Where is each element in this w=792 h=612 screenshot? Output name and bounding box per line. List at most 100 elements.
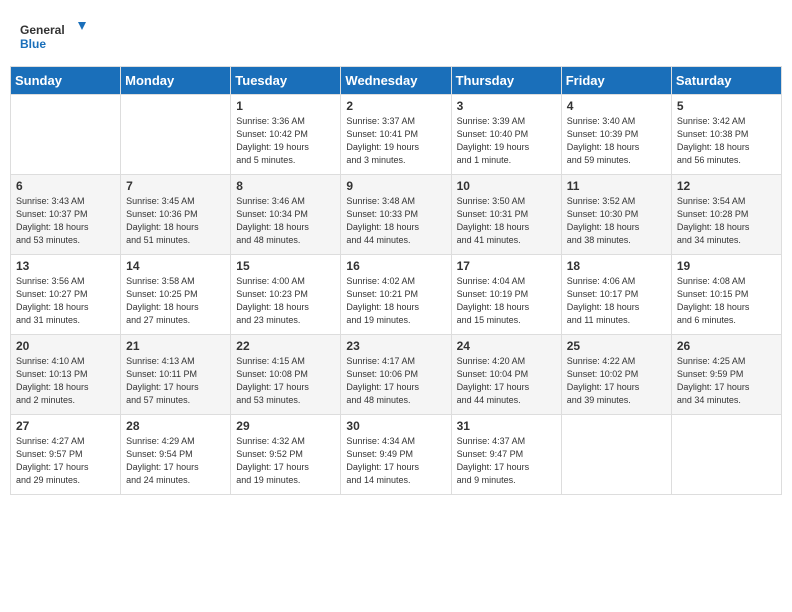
day-info: Sunrise: 4:04 AM Sunset: 10:19 PM Daylig… bbox=[457, 275, 556, 327]
day-number: 29 bbox=[236, 419, 335, 433]
calendar-cell: 11Sunrise: 3:52 AM Sunset: 10:30 PM Dayl… bbox=[561, 175, 671, 255]
calendar-cell bbox=[121, 95, 231, 175]
calendar-cell: 23 Sunrise: 4:17 AM Sunset: 10:06 PM Dayl… bbox=[341, 335, 451, 415]
day-number: 23 bbox=[346, 339, 445, 353]
calendar-cell: 7 Sunrise: 3:45 AM Sunset: 10:36 PM Dayli… bbox=[121, 175, 231, 255]
day-info: Sunrise: 3:37 AM Sunset: 10:41 PM Daylig… bbox=[346, 115, 445, 167]
calendar-cell: 17Sunrise: 4:04 AM Sunset: 10:19 PM Dayl… bbox=[451, 255, 561, 335]
day-info: Sunrise: 4:17 AM Sunset: 10:06 PM Daylig… bbox=[346, 355, 445, 407]
day-info: Sunrise: 4:10 AM Sunset: 10:13 PM Daylig… bbox=[16, 355, 115, 407]
day-number: 15 bbox=[236, 259, 335, 273]
calendar-cell: 10 Sunrise: 3:50 AM Sunset: 10:31 PM Dayl… bbox=[451, 175, 561, 255]
calendar-week-row: 13 Sunrise: 3:56 AM Sunset: 10:27 PM Dayl… bbox=[11, 255, 782, 335]
day-info: Sunrise: 4:25 AM Sunset: 9:59 PM Dayligh… bbox=[677, 355, 776, 407]
day-info: Sunrise: 4:13 AM Sunset: 10:11 PM Daylig… bbox=[126, 355, 225, 407]
page-header: General Blue bbox=[10, 10, 782, 62]
calendar-week-row: 6 Sunrise: 3:43 AM Sunset: 10:37 PM Dayli… bbox=[11, 175, 782, 255]
weekday-header-row: SundayMondayTuesdayWednesdayThursdayFrid… bbox=[11, 67, 782, 95]
day-number: 21 bbox=[126, 339, 225, 353]
weekday-header: Monday bbox=[121, 67, 231, 95]
day-info: Sunrise: 4:08 AM Sunset: 10:15 PM Daylig… bbox=[677, 275, 776, 327]
day-number: 20 bbox=[16, 339, 115, 353]
day-number: 31 bbox=[457, 419, 556, 433]
day-info: Sunrise: 3:58 AM Sunset: 10:25 PM Daylig… bbox=[126, 275, 225, 327]
day-number: 14 bbox=[126, 259, 225, 273]
weekday-header: Thursday bbox=[451, 67, 561, 95]
day-info: Sunrise: 4:02 AM Sunset: 10:21 PM Daylig… bbox=[346, 275, 445, 327]
calendar-cell: 8 Sunrise: 3:46 AM Sunset: 10:34 PM Dayli… bbox=[231, 175, 341, 255]
svg-text:Blue: Blue bbox=[20, 37, 46, 51]
calendar-cell: 2Sunrise: 3:37 AM Sunset: 10:41 PM Dayli… bbox=[341, 95, 451, 175]
day-info: Sunrise: 3:45 AM Sunset: 10:36 PM Daylig… bbox=[126, 195, 225, 247]
day-info: Sunrise: 4:29 AM Sunset: 9:54 PM Dayligh… bbox=[126, 435, 225, 487]
calendar-cell: 29 Sunrise: 4:32 AM Sunset: 9:52 PM Dayli… bbox=[231, 415, 341, 495]
day-number: 25 bbox=[567, 339, 666, 353]
day-info: Sunrise: 3:40 AM Sunset: 10:39 PM Daylig… bbox=[567, 115, 666, 167]
day-number: 1 bbox=[236, 99, 335, 113]
day-info: Sunrise: 4:20 AM Sunset: 10:04 PM Daylig… bbox=[457, 355, 556, 407]
svg-text:General: General bbox=[20, 23, 65, 37]
day-number: 6 bbox=[16, 179, 115, 193]
day-info: Sunrise: 4:00 AM Sunset: 10:23 PM Daylig… bbox=[236, 275, 335, 327]
day-number: 7 bbox=[126, 179, 225, 193]
day-number: 16 bbox=[346, 259, 445, 273]
day-info: Sunrise: 3:36 AM Sunset: 10:42 PM Daylig… bbox=[236, 115, 335, 167]
calendar-cell: 27 Sunrise: 4:27 AM Sunset: 9:57 PM Dayli… bbox=[11, 415, 121, 495]
calendar-table: SundayMondayTuesdayWednesdayThursdayFrid… bbox=[10, 66, 782, 495]
calendar-cell: 6 Sunrise: 3:43 AM Sunset: 10:37 PM Dayli… bbox=[11, 175, 121, 255]
calendar-cell: 28 Sunrise: 4:29 AM Sunset: 9:54 PM Dayli… bbox=[121, 415, 231, 495]
day-info: Sunrise: 4:15 AM Sunset: 10:08 PM Daylig… bbox=[236, 355, 335, 407]
calendar-cell: 18 Sunrise: 4:06 AM Sunset: 10:17 PM Dayl… bbox=[561, 255, 671, 335]
calendar-cell: 24 Sunrise: 4:20 AM Sunset: 10:04 PM Dayl… bbox=[451, 335, 561, 415]
day-number: 8 bbox=[236, 179, 335, 193]
day-number: 22 bbox=[236, 339, 335, 353]
day-info: Sunrise: 4:32 AM Sunset: 9:52 PM Dayligh… bbox=[236, 435, 335, 487]
day-number: 3 bbox=[457, 99, 556, 113]
day-number: 13 bbox=[16, 259, 115, 273]
day-number: 19 bbox=[677, 259, 776, 273]
day-number: 10 bbox=[457, 179, 556, 193]
day-number: 18 bbox=[567, 259, 666, 273]
calendar-cell: 21 Sunrise: 4:13 AM Sunset: 10:11 PM Dayl… bbox=[121, 335, 231, 415]
calendar-cell: 4Sunrise: 3:40 AM Sunset: 10:39 PM Dayli… bbox=[561, 95, 671, 175]
day-number: 28 bbox=[126, 419, 225, 433]
day-info: Sunrise: 4:22 AM Sunset: 10:02 PM Daylig… bbox=[567, 355, 666, 407]
calendar-cell bbox=[11, 95, 121, 175]
calendar-cell: 20 Sunrise: 4:10 AM Sunset: 10:13 PM Dayl… bbox=[11, 335, 121, 415]
calendar-cell: 26 Sunrise: 4:25 AM Sunset: 9:59 PM Dayli… bbox=[671, 335, 781, 415]
day-info: Sunrise: 3:56 AM Sunset: 10:27 PM Daylig… bbox=[16, 275, 115, 327]
weekday-header: Friday bbox=[561, 67, 671, 95]
day-info: Sunrise: 3:39 AM Sunset: 10:40 PM Daylig… bbox=[457, 115, 556, 167]
calendar-cell bbox=[561, 415, 671, 495]
day-info: Sunrise: 3:48 AM Sunset: 10:33 PM Daylig… bbox=[346, 195, 445, 247]
calendar-cell: 16 Sunrise: 4:02 AM Sunset: 10:21 PM Dayl… bbox=[341, 255, 451, 335]
calendar-cell: 15 Sunrise: 4:00 AM Sunset: 10:23 PM Dayl… bbox=[231, 255, 341, 335]
day-info: Sunrise: 3:43 AM Sunset: 10:37 PM Daylig… bbox=[16, 195, 115, 247]
day-info: Sunrise: 4:37 AM Sunset: 9:47 PM Dayligh… bbox=[457, 435, 556, 487]
day-info: Sunrise: 3:52 AM Sunset: 10:30 PM Daylig… bbox=[567, 195, 666, 247]
day-number: 26 bbox=[677, 339, 776, 353]
calendar-cell: 19 Sunrise: 4:08 AM Sunset: 10:15 PM Dayl… bbox=[671, 255, 781, 335]
logo: General Blue bbox=[20, 18, 90, 58]
day-number: 27 bbox=[16, 419, 115, 433]
calendar-cell: 25 Sunrise: 4:22 AM Sunset: 10:02 PM Dayl… bbox=[561, 335, 671, 415]
calendar-cell: 31 Sunrise: 4:37 AM Sunset: 9:47 PM Dayli… bbox=[451, 415, 561, 495]
calendar-cell: 13 Sunrise: 3:56 AM Sunset: 10:27 PM Dayl… bbox=[11, 255, 121, 335]
calendar-week-row: 1 Sunrise: 3:36 AM Sunset: 10:42 PM Dayli… bbox=[11, 95, 782, 175]
calendar-cell: 1 Sunrise: 3:36 AM Sunset: 10:42 PM Dayli… bbox=[231, 95, 341, 175]
day-info: Sunrise: 4:27 AM Sunset: 9:57 PM Dayligh… bbox=[16, 435, 115, 487]
calendar-cell: 12Sunrise: 3:54 AM Sunset: 10:28 PM Dayl… bbox=[671, 175, 781, 255]
calendar-cell: 5 Sunrise: 3:42 AM Sunset: 10:38 PM Dayli… bbox=[671, 95, 781, 175]
day-info: Sunrise: 3:50 AM Sunset: 10:31 PM Daylig… bbox=[457, 195, 556, 247]
logo-svg: General Blue bbox=[20, 18, 90, 58]
calendar-week-row: 20 Sunrise: 4:10 AM Sunset: 10:13 PM Dayl… bbox=[11, 335, 782, 415]
day-number: 5 bbox=[677, 99, 776, 113]
calendar-week-row: 27 Sunrise: 4:27 AM Sunset: 9:57 PM Dayli… bbox=[11, 415, 782, 495]
day-number: 24 bbox=[457, 339, 556, 353]
day-info: Sunrise: 4:06 AM Sunset: 10:17 PM Daylig… bbox=[567, 275, 666, 327]
calendar-cell: 22 Sunrise: 4:15 AM Sunset: 10:08 PM Dayl… bbox=[231, 335, 341, 415]
day-info: Sunrise: 3:46 AM Sunset: 10:34 PM Daylig… bbox=[236, 195, 335, 247]
day-info: Sunrise: 3:42 AM Sunset: 10:38 PM Daylig… bbox=[677, 115, 776, 167]
calendar-cell: 30Sunrise: 4:34 AM Sunset: 9:49 PM Dayli… bbox=[341, 415, 451, 495]
day-info: Sunrise: 4:34 AM Sunset: 9:49 PM Dayligh… bbox=[346, 435, 445, 487]
